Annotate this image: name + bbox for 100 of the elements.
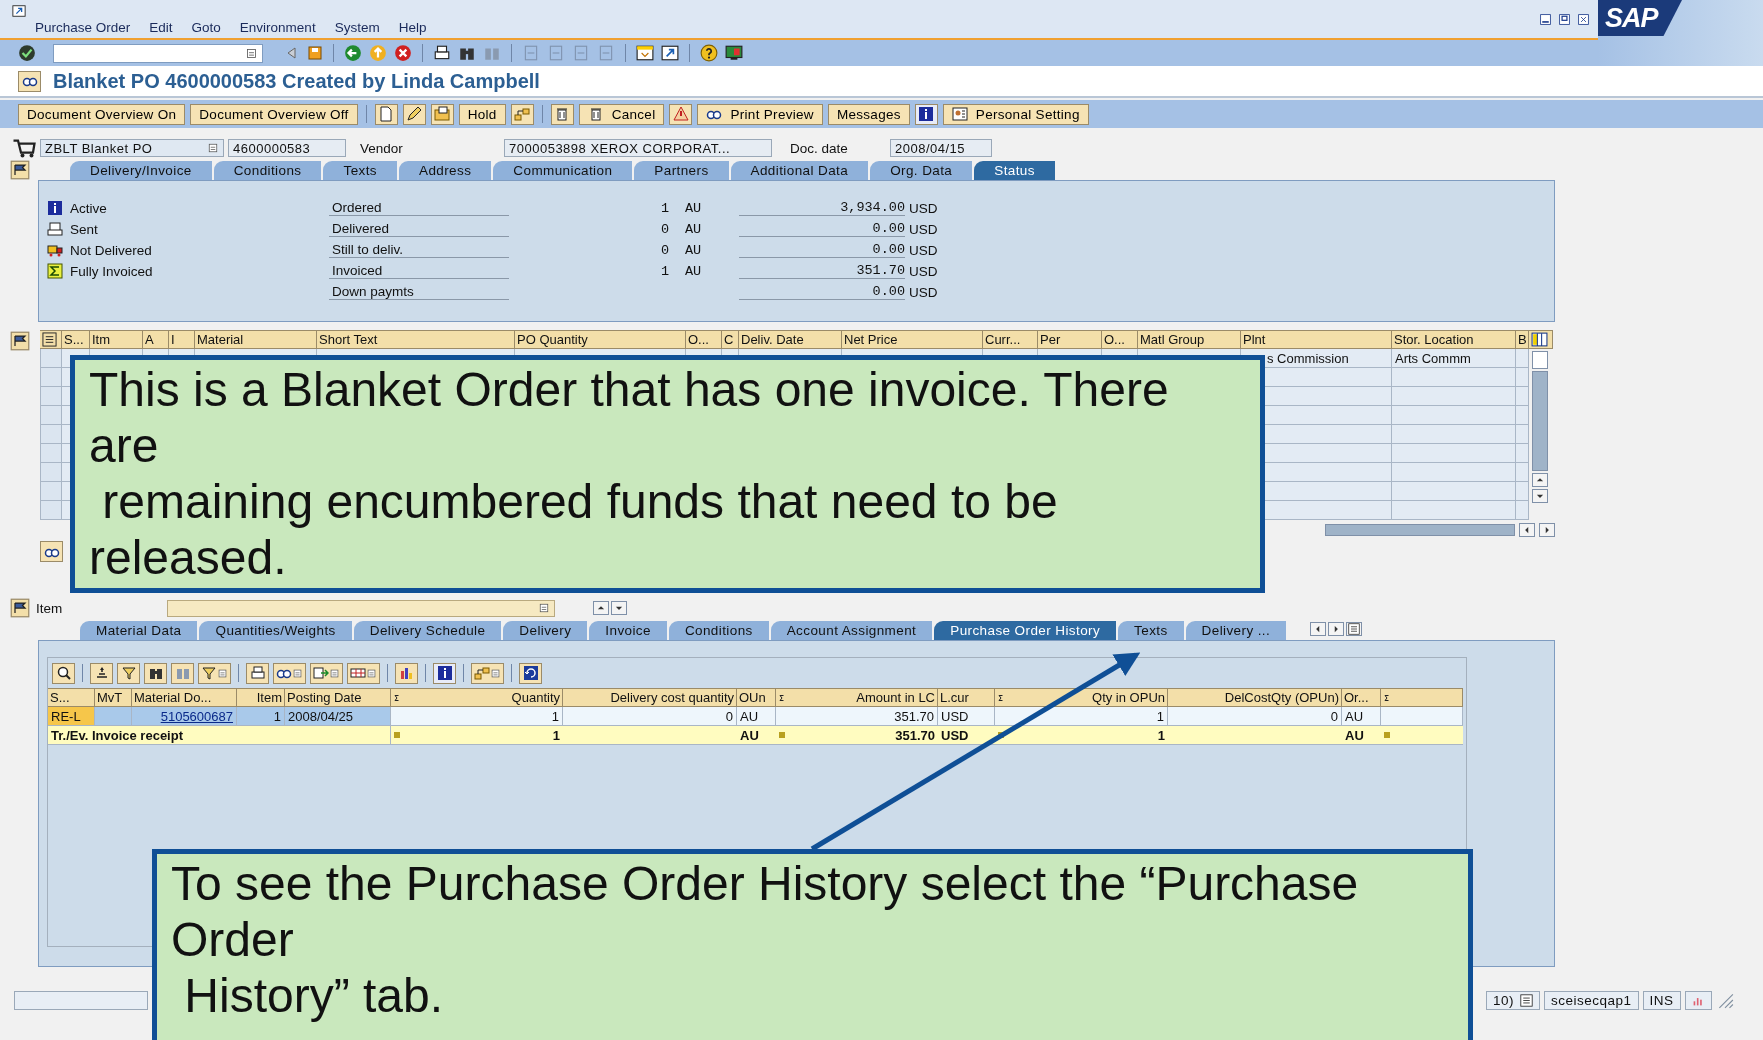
column-header[interactable]: Short Text (317, 330, 515, 349)
table-cell: AU (1342, 707, 1381, 726)
tab[interactable]: Additional Data (730, 161, 869, 180)
column-header[interactable]: Itm (90, 330, 143, 349)
menu-item[interactable]: Environment (239, 20, 316, 35)
tab[interactable]: Address (399, 161, 492, 180)
column-header[interactable]: I (169, 330, 195, 349)
cancel-button[interactable]: Cancel (578, 103, 665, 125)
column-header[interactable]: DelCostQty (OPUn) (1168, 688, 1342, 707)
column-header[interactable]: Material Do... (132, 688, 237, 707)
document-overview-on-button[interactable]: Document Overview On (18, 103, 186, 125)
column-header[interactable]: Deliv. Date (739, 330, 842, 349)
tab[interactable]: Delivery ... (1185, 621, 1287, 640)
total-cell: AU (1342, 726, 1381, 745)
total-cell: AU (737, 726, 776, 745)
menu-item[interactable]: System (334, 20, 380, 35)
tab[interactable]: Texts (1118, 621, 1184, 640)
column-header[interactable]: B (1516, 330, 1529, 349)
server-text: sceisecqap1 (1551, 992, 1632, 1008)
document-link[interactable]: 5105600687 (132, 707, 237, 726)
column-header[interactable]: Quantity (391, 688, 563, 707)
tab[interactable]: Conditions (213, 161, 322, 180)
unit-text: AU (684, 264, 703, 279)
table-cell: 0 (1168, 707, 1342, 726)
menu-item[interactable]: Goto (191, 20, 221, 35)
tab[interactable]: Delivery Schedule (353, 621, 502, 640)
tab[interactable]: Texts (323, 161, 397, 180)
column-header[interactable]: Qty in OPUn (995, 688, 1168, 707)
quantity-value: 1 (659, 264, 669, 279)
quantity-label: Ordered (329, 200, 509, 216)
column-header[interactable]: Net Price (842, 330, 983, 349)
menu-item[interactable]: Edit (149, 20, 173, 35)
column-header[interactable]: PO Quantity (515, 330, 686, 349)
quantity-value: 1 (659, 201, 669, 216)
callout-box: To see the Purchase Order History select the “Purchase Order History” tab. (152, 849, 1473, 1040)
column-header[interactable]: Posting Date (285, 688, 391, 707)
column-header[interactable]: C (722, 330, 739, 349)
table-cell: 1 (995, 707, 1168, 726)
tab[interactable]: Account Assignment (770, 621, 933, 640)
tab[interactable]: Partners (634, 161, 729, 180)
column-header[interactable]: Delivery cost quantity (563, 688, 737, 707)
status-text: Fully Invoiced (70, 263, 153, 279)
callout-box: This is a Blanket Order that has one invoice. There are remaining encumbered funds that need to be released. (70, 355, 1265, 593)
column-header[interactable]: Amount in LC (776, 688, 938, 707)
total-cell: 1 (391, 726, 563, 745)
table-cell: RE-L (48, 707, 95, 726)
tab[interactable]: Conditions (668, 621, 769, 640)
amount-value: 0.00 (739, 221, 905, 237)
print-preview-button[interactable]: Print Preview (697, 103, 823, 125)
column-header[interactable]: Or... (1342, 688, 1381, 707)
table-cell: 1 (391, 707, 563, 726)
vendor-field[interactable]: 7000053898 XEROX CORPORAT... (504, 139, 772, 157)
menu-item[interactable]: Purchase Order (35, 20, 131, 35)
unit-text: AU (684, 222, 703, 237)
system-text: 10) (1493, 992, 1514, 1008)
column-header[interactable]: Material (195, 330, 317, 349)
column-header[interactable]: S... (62, 330, 90, 349)
tab[interactable]: Org. Data (870, 161, 973, 180)
column-header[interactable]: Matl Group (1138, 330, 1241, 349)
po-number-field[interactable]: 4600000583 (228, 139, 346, 157)
hold-button[interactable]: Hold (458, 103, 506, 125)
column-header[interactable]: L.cur (938, 688, 995, 707)
column-header[interactable]: Item (237, 688, 285, 707)
document-overview-off-button[interactable]: Document Overview Off (190, 103, 358, 125)
currency-text: USD (908, 222, 939, 237)
table-cell: AU (737, 707, 776, 726)
quantity-label: Delivered (329, 221, 509, 237)
tab[interactable]: Communication (493, 161, 633, 180)
total-cell: 351.70 (776, 726, 938, 745)
column-header[interactable]: OUn (737, 688, 776, 707)
tab[interactable]: Invoice (589, 621, 667, 640)
tab[interactable]: Quantities/Weights (199, 621, 352, 640)
quantity-label: Down paymts (329, 284, 509, 300)
vendor-label: Vendor (359, 140, 404, 156)
tab[interactable]: Status (974, 161, 1055, 180)
table-cell: 1 (237, 707, 285, 726)
total-label: Tr./Ev. Invoice receipt (48, 726, 391, 745)
quantity-value: 0 (659, 222, 669, 237)
column-header[interactable]: O... (686, 330, 722, 349)
menu-item[interactable]: Help (398, 20, 427, 35)
column-header[interactable]: O... (1102, 330, 1138, 349)
total-cell: USD (938, 726, 995, 745)
tab[interactable]: Delivery/Invoice (70, 161, 212, 180)
column-header[interactable]: Plnt (1241, 330, 1392, 349)
amount-value: 0.00 (739, 242, 905, 258)
document-type-field[interactable]: ZBLT Blanket PO (40, 139, 224, 157)
column-header[interactable]: A (143, 330, 169, 349)
doc-date-field[interactable]: 2008/04/15 (890, 139, 992, 157)
column-header[interactable]: Curr... (983, 330, 1038, 349)
personal-setting-button[interactable]: Personal Setting (942, 103, 1089, 125)
window-title: Blanket PO 4600000583 Created by Linda Campbell (53, 69, 540, 93)
column-header[interactable]: MvT (95, 688, 132, 707)
column-header[interactable]: Per (1038, 330, 1102, 349)
tab[interactable]: Material Data (80, 621, 198, 640)
tab[interactable]: Purchase Order History (934, 621, 1117, 640)
column-header[interactable]: Stor. Location (1392, 330, 1516, 349)
column-header[interactable]: S... (48, 688, 95, 707)
tab[interactable]: Delivery (503, 621, 588, 640)
messages-button[interactable]: Messages (827, 103, 910, 125)
table-cell: Arts Commm (1392, 349, 1516, 368)
